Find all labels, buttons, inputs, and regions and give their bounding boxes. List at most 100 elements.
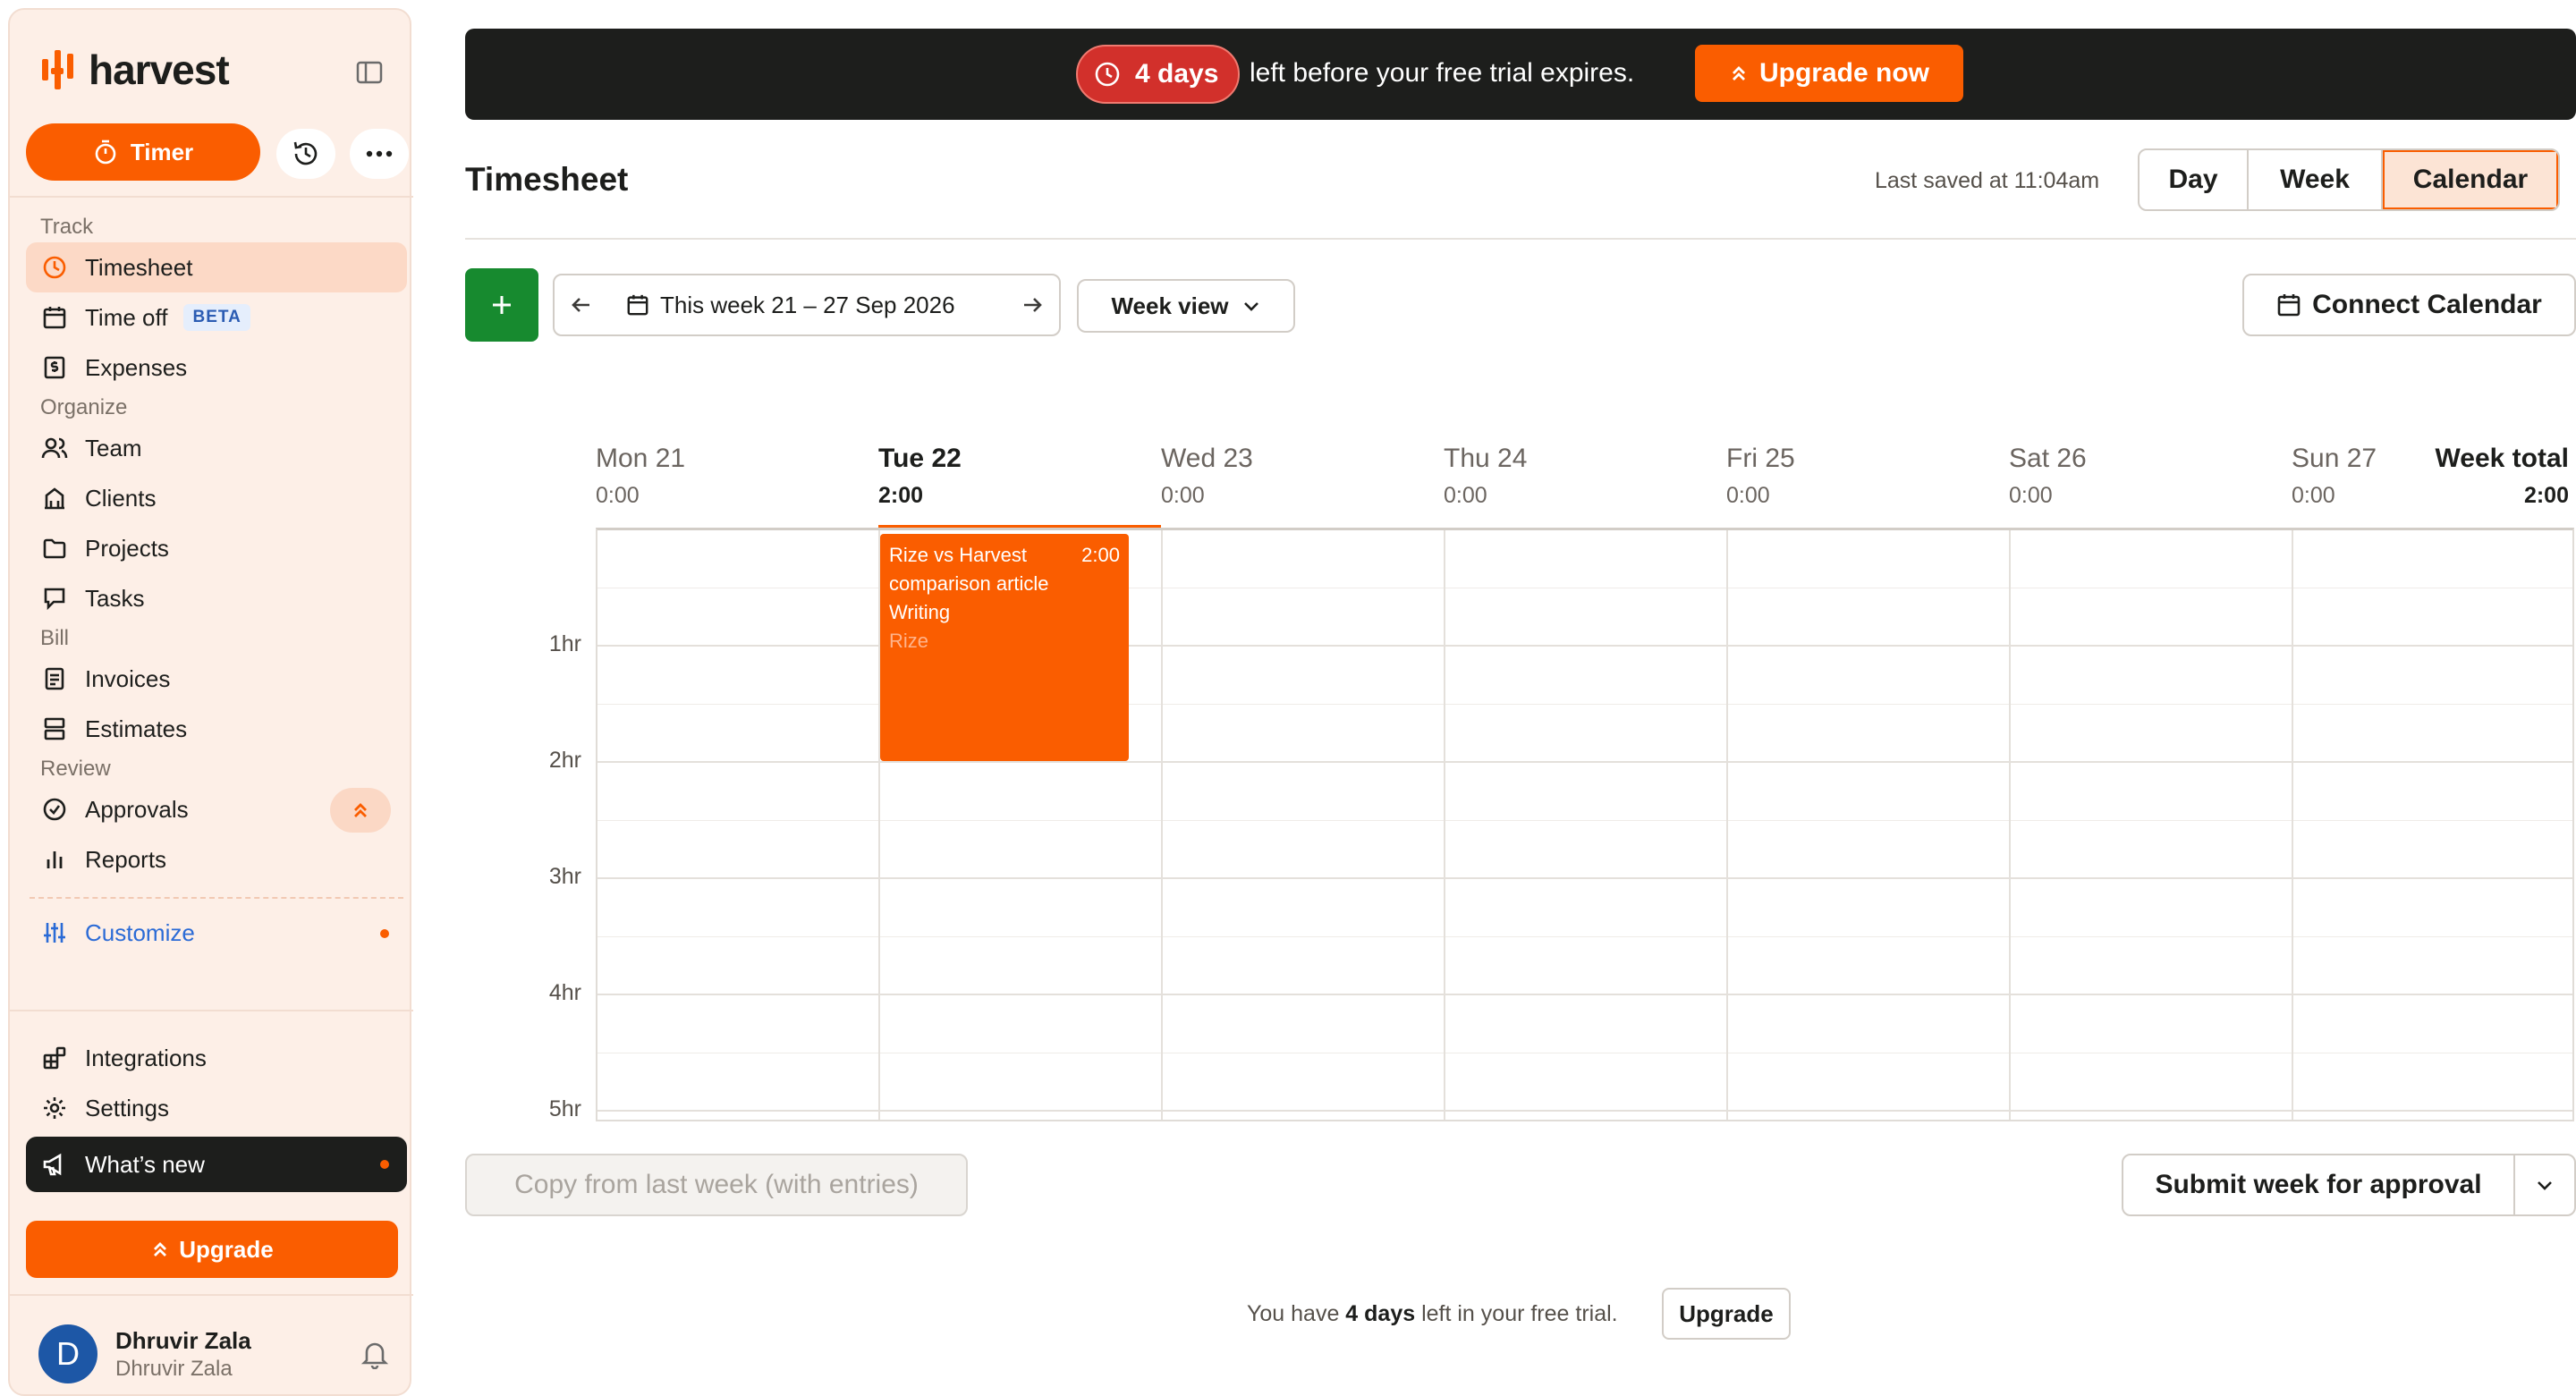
hour-label: 4hr [548,980,581,1005]
sidebar-item-whats-new[interactable]: What’s new [26,1137,407,1192]
timer-button[interactable]: Timer [26,123,260,181]
trial-days: 4 days [1135,59,1219,89]
sidebar-item-reports[interactable]: Reports [26,834,407,884]
clock-icon [40,253,69,282]
sidebar: harvest Timer Track Timesheet Time off B… [8,8,413,1396]
trial-message: left before your free trial expires. [1250,58,1635,88]
estimate-icon [40,715,69,743]
sidebar-item-settings[interactable]: Settings [26,1083,407,1133]
gear-icon [40,1094,69,1122]
sidebar-collapse-icon[interactable] [355,58,384,87]
sidebar-item-label: Invoices [85,664,171,692]
add-entry-button[interactable] [465,268,538,342]
page-title: Timesheet [465,161,629,198]
integrations-icon [40,1044,69,1072]
entry-client: Rize [889,630,929,652]
section-bill: Bill [40,626,70,650]
day-total: 2:00 [878,483,924,508]
view-week-button[interactable]: Week [2249,150,2383,209]
team-icon [40,434,69,462]
double-chevron-up-icon [154,1242,167,1256]
notification-dot [380,1160,389,1169]
day-header-tue[interactable]: Tue 22 2:00 [878,444,1147,509]
view-calendar-button[interactable]: Calendar [2383,150,2558,209]
sidebar-item-label: Projects [85,534,169,562]
sidebar-item-tasks[interactable]: Tasks [26,573,407,623]
sidebar-item-timesheet[interactable]: Timesheet [26,242,407,292]
sidebar-item-time-off[interactable]: Time off BETA [26,292,407,343]
week-view-dropdown[interactable]: Week view [1077,279,1295,333]
grid-line [597,820,2572,821]
previous-week-button[interactable] [555,293,608,317]
grid-line [597,936,2572,937]
recent-history-button[interactable] [276,129,335,179]
plus-icon [493,296,511,314]
chevron-down-icon [1243,302,1258,311]
sidebar-item-label: What’s new [85,1150,205,1178]
week-total-label: Week total [2435,444,2570,473]
sidebar-item-invoices[interactable]: Invoices [26,654,407,704]
bell-icon[interactable] [360,1339,389,1369]
more-options-button[interactable] [350,129,409,179]
submit-options-button[interactable] [2515,1155,2574,1214]
section-organize: Organize [40,395,128,419]
footer-upgrade-button[interactable]: Upgrade [1662,1288,1791,1340]
week-range-picker[interactable]: This week 21 – 27 Sep 2026 [608,292,1005,319]
day-header-fri[interactable]: Fri 25 0:00 [1726,444,1995,509]
sidebar-item-projects[interactable]: Projects [26,523,407,573]
sidebar-upgrade-button[interactable]: Upgrade [26,1221,398,1278]
day-header-sun[interactable]: Sun 27 0:00 [2292,444,2399,509]
calendar-icon [40,303,69,332]
sidebar-item-integrations[interactable]: Integrations [26,1033,407,1083]
sidebar-item-customize[interactable]: Customize [26,908,407,958]
avatar: D [38,1324,97,1383]
sidebar-item-label: Tasks [85,584,145,612]
sidebar-item-approvals[interactable]: Approvals [26,784,407,834]
sidebar-item-expenses[interactable]: Expenses [26,343,407,393]
upgrade-now-button[interactable]: Upgrade now [1695,45,1963,102]
sidebar-item-label: Team [85,434,142,461]
connect-calendar-button[interactable]: Connect Calendar [2242,274,2576,336]
beta-badge: BETA [183,304,250,331]
timer-label: Timer [130,138,194,165]
day-header-thu[interactable]: Thu 24 0:00 [1444,444,1712,509]
folder-icon [40,534,69,563]
sidebar-divider [10,196,413,198]
day-name: Sun 27 [2292,444,2377,473]
building-icon [40,484,69,512]
entry-project: Rize vs Harvest comparison article [889,544,1049,595]
submit-week-button[interactable]: Submit week for approval [2123,1155,2515,1214]
next-week-button[interactable] [1005,293,1059,317]
sidebar-item-label: Approvals [85,795,189,823]
harvest-logo-icon [40,50,76,89]
day-header-sat[interactable]: Sat 26 0:00 [2009,444,2277,509]
sidebar-item-estimates[interactable]: Estimates [26,704,407,754]
day-header-mon[interactable]: Mon 21 0:00 [596,444,864,509]
invoice-icon [40,664,69,693]
copy-last-week-button[interactable]: Copy from last week (with entries) [465,1154,968,1216]
day-name: Thu 24 [1444,444,1528,473]
sliders-icon [40,918,69,947]
sidebar-item-label: Timesheet [85,253,193,281]
calendar-icon [2277,294,2301,317]
grid-column-line [1444,530,1445,1120]
harvest-logo[interactable]: harvest [40,46,230,94]
section-review: Review [40,757,111,781]
trial-banner: 4 days left before your free trial expir… [465,29,2576,120]
task-icon [40,584,69,613]
day-total: 0:00 [596,483,640,508]
sidebar-item-clients[interactable]: Clients [26,473,407,523]
week-range-label: This week 21 – 27 Sep 2026 [660,291,955,318]
day-total: 0:00 [2009,483,2053,508]
day-total: 0:00 [1444,483,1487,508]
time-entry-block[interactable]: Rize vs Harvest comparison article Writi… [880,534,1129,761]
day-header-wed[interactable]: Wed 23 0:00 [1161,444,1429,509]
view-toggle: Day Week Calendar [2138,148,2560,211]
week-total: Week total 2:00 [2415,444,2570,509]
check-circle-icon [40,795,69,824]
view-day-button[interactable]: Day [2140,150,2249,209]
user-profile[interactable]: D Dhruvir Zala Dhruvir Zala [38,1324,251,1383]
sidebar-item-team[interactable]: Team [26,423,407,473]
trial-suffix: left in your free trial. [1415,1301,1618,1326]
alarm-clock-icon [1095,62,1120,87]
